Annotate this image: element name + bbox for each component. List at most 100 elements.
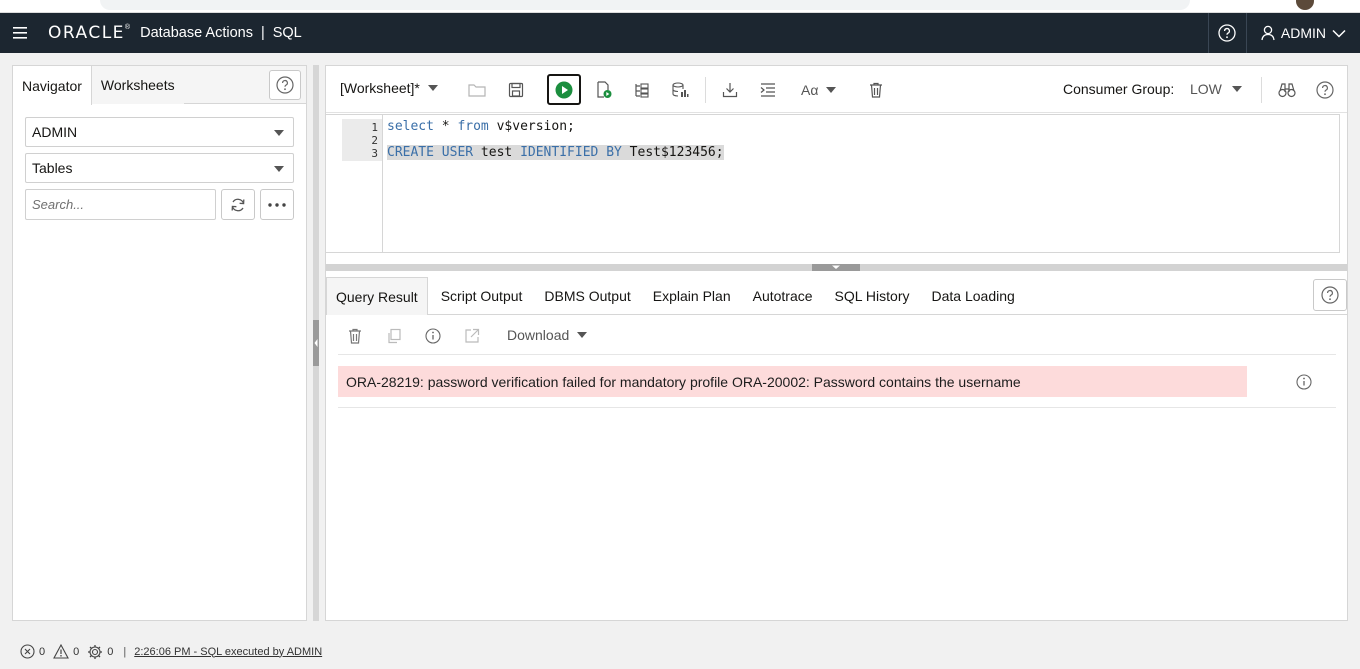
keyword: CREATE xyxy=(387,145,434,160)
schema-select-value: ADMIN xyxy=(32,124,78,140)
registered-mark: ® xyxy=(124,24,131,31)
tab-script-output[interactable]: Script Output xyxy=(432,277,532,315)
save-icon[interactable] xyxy=(505,79,527,101)
navigator-search-input[interactable] xyxy=(25,189,216,220)
settings-count[interactable]: 0 xyxy=(87,644,113,660)
worksheet-toolbar: [Worksheet]* Aα Consumer Group: LOW xyxy=(326,66,1347,113)
code-token: * xyxy=(433,119,458,134)
tab-explain-plan[interactable]: Explain Plan xyxy=(644,277,740,315)
results-help-icon[interactable] xyxy=(1313,279,1347,311)
error-info-icon[interactable] xyxy=(1296,374,1312,390)
error-count-value: 0 xyxy=(39,645,46,658)
binoculars-icon[interactable] xyxy=(1276,79,1298,101)
tab-sql-history[interactable]: SQL History xyxy=(826,277,919,315)
brand[interactable]: ORACLE ® Database Actions | SQL xyxy=(40,13,302,53)
worksheet-help-icon[interactable] xyxy=(1314,79,1336,101)
section-name: SQL xyxy=(272,25,302,41)
caret-down-icon xyxy=(274,130,284,136)
keyword: BY xyxy=(606,145,622,160)
autotrace-icon[interactable] xyxy=(669,79,691,101)
gutter-border xyxy=(382,115,383,252)
download-menu[interactable]: Download xyxy=(507,327,588,343)
open-external-icon[interactable] xyxy=(462,326,482,346)
worksheet-name: [Worksheet]* xyxy=(340,80,420,96)
keyword: USER xyxy=(441,145,474,160)
caret-down-icon xyxy=(826,87,837,93)
format-indent-icon[interactable] xyxy=(757,79,779,101)
status-bar: 0 0 0 | 2:26:06 PM - SQL executed by ADM… xyxy=(0,634,1360,669)
tab-autotrace[interactable]: Autotrace xyxy=(744,277,822,315)
keyword: from xyxy=(457,119,489,134)
address-bar[interactable] xyxy=(100,0,1190,10)
worksheet-select[interactable]: [Worksheet]* xyxy=(340,80,438,96)
collapse-results-handle[interactable] xyxy=(812,264,860,271)
refresh-button[interactable] xyxy=(221,189,255,220)
explain-plan-icon[interactable] xyxy=(631,79,653,101)
schema-select[interactable]: ADMIN xyxy=(25,117,294,147)
user-menu[interactable]: ADMIN xyxy=(1245,13,1360,53)
settings-count-value: 0 xyxy=(107,645,114,658)
user-name: ADMIN xyxy=(1280,25,1326,41)
tab-data-loading[interactable]: Data Loading xyxy=(923,277,1024,315)
error-row: ORA-28219: password verification failed … xyxy=(338,366,1336,408)
code-line-1[interactable]: select * from v$version; xyxy=(387,119,575,134)
horizontal-splitter[interactable] xyxy=(326,264,1347,271)
consumer-group-label: Consumer Group: xyxy=(1063,81,1175,97)
copy-icon[interactable] xyxy=(384,326,404,346)
help-icon[interactable] xyxy=(1207,13,1246,53)
tab-dbms-output[interactable]: DBMS Output xyxy=(535,277,639,315)
last-execution-link[interactable]: 2:26:06 PM - SQL executed by ADMIN xyxy=(134,646,322,658)
refresh-icon xyxy=(231,198,245,211)
error-count[interactable]: 0 xyxy=(20,644,45,659)
warning-triangle-icon xyxy=(53,644,70,659)
trash-icon[interactable] xyxy=(865,79,887,101)
code-token: Test$123456; xyxy=(621,145,724,160)
download-label: Download xyxy=(507,327,570,343)
navigator-help-icon[interactable] xyxy=(269,70,301,100)
object-type-value: Tables xyxy=(32,160,73,176)
product-name: Database Actions xyxy=(140,25,253,41)
results-toolbar: Download xyxy=(338,318,1336,355)
code-token: v$version; xyxy=(488,119,575,134)
more-actions-button[interactable] xyxy=(260,189,294,220)
code-line-3-selected[interactable]: CREATE USER test IDENTIFIED BY Test$1234… xyxy=(387,145,724,160)
object-type-select[interactable]: Tables xyxy=(25,153,294,183)
browser-chrome-strip xyxy=(0,0,1360,13)
result-tabs: Query Result Script Output DBMS Output E… xyxy=(326,277,1347,315)
font-size-label: Aα xyxy=(801,82,819,98)
sql-editor[interactable]: 1 2 3 select * from v$version; CREATE US… xyxy=(326,114,1340,253)
toolbar-divider xyxy=(1261,77,1262,103)
ellipsis-icon xyxy=(268,202,286,207)
navigator-tabs: Navigator Worksheets xyxy=(13,66,306,105)
app-header: ORACLE ® Database Actions | SQL ADMIN xyxy=(0,13,1360,53)
keyword: select xyxy=(387,119,434,134)
navigator-panel: Navigator Worksheets ADMIN Tables xyxy=(12,65,307,621)
browser-profile-avatar[interactable] xyxy=(1296,0,1314,10)
gear-icon xyxy=(88,644,103,659)
font-size-menu[interactable]: Aα xyxy=(801,79,841,101)
vertical-splitter[interactable] xyxy=(313,65,319,621)
oracle-logo: ORACLE xyxy=(48,23,125,43)
tab-navigator[interactable]: Navigator xyxy=(13,66,92,105)
download-icon[interactable] xyxy=(719,79,741,101)
tab-query-result[interactable]: Query Result xyxy=(326,277,428,315)
run-script-icon[interactable] xyxy=(593,79,615,101)
collapse-navigator-handle[interactable] xyxy=(313,320,319,366)
consumer-group-select[interactable]: LOW xyxy=(1190,81,1242,97)
open-folder-icon[interactable] xyxy=(466,79,488,101)
chevron-down-icon xyxy=(1332,29,1346,38)
consumer-group-value: LOW xyxy=(1190,81,1222,97)
warning-count[interactable]: 0 xyxy=(53,644,79,659)
worksheet-panel: [Worksheet]* Aα Consumer Group: LOW 1 2 … xyxy=(325,65,1348,621)
warning-count-value: 0 xyxy=(73,645,80,658)
tab-worksheets[interactable]: Worksheets xyxy=(91,66,184,104)
clear-results-trash-icon[interactable] xyxy=(345,326,365,346)
info-icon[interactable] xyxy=(423,326,443,346)
caret-down-icon xyxy=(274,166,284,172)
play-icon xyxy=(555,81,573,98)
breadcrumb-separator: | xyxy=(260,25,265,41)
line-number: 1 xyxy=(371,121,378,134)
menu-icon[interactable] xyxy=(0,13,40,53)
toolbar-divider xyxy=(705,77,706,103)
run-statement-button[interactable] xyxy=(547,74,581,105)
